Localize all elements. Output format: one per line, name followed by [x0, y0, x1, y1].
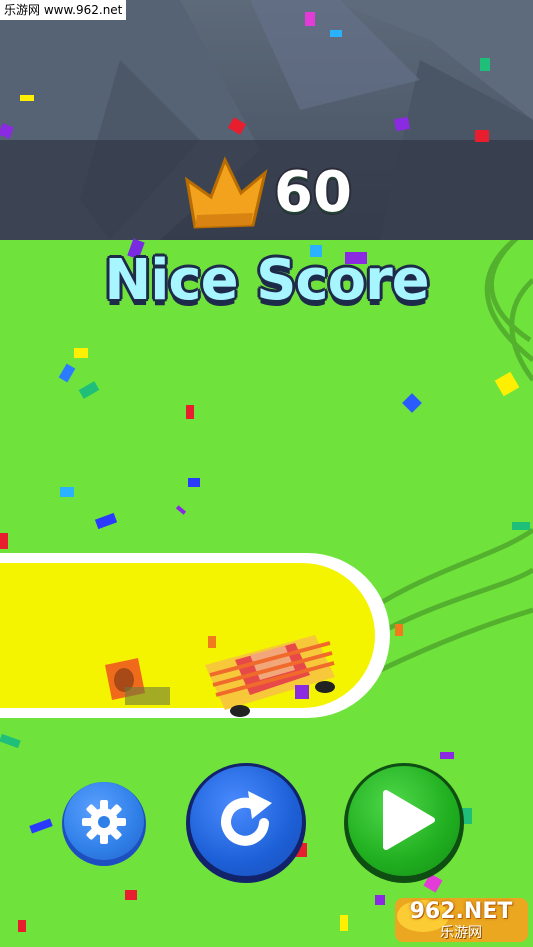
- next-button[interactable]: [344, 763, 464, 883]
- gear-icon: [82, 800, 126, 844]
- score-display: 60: [183, 152, 352, 232]
- crown-icon: [184, 155, 268, 229]
- watermark-url: 乐游网 www.962.net: [0, 0, 127, 20]
- watermark-logo-text: 962.NET: [409, 899, 513, 924]
- watermark-logo-subtext: 乐游网: [440, 925, 482, 941]
- game-scene: 60 Nice Score 乐游网 www.962.net 962.NET 乐游…: [0, 0, 533, 947]
- play-icon: [383, 790, 435, 850]
- settings-button[interactable]: [62, 782, 146, 866]
- score-value: 60: [274, 159, 352, 225]
- result-title: Nice Score: [104, 248, 429, 313]
- restart-icon: [221, 791, 272, 846]
- restart-button[interactable]: [186, 763, 306, 883]
